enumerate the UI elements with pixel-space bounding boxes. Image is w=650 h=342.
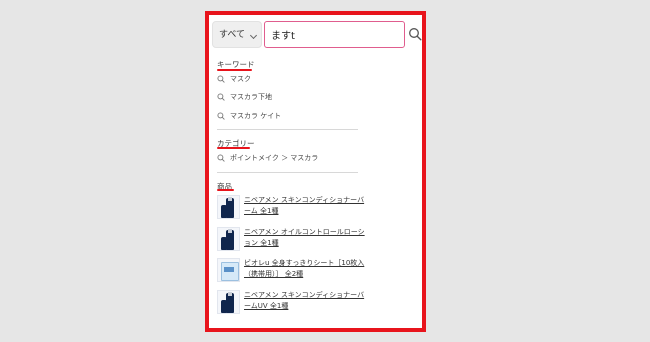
search-icon <box>217 154 225 162</box>
product-thumbnail <box>217 290 240 314</box>
search-input[interactable] <box>264 21 405 48</box>
product-thumbnail <box>217 195 240 219</box>
chevron-down-icon <box>249 31 258 40</box>
product-thumbnail <box>217 227 240 251</box>
keyword-heading-underline <box>217 69 252 71</box>
search-icon <box>217 93 225 101</box>
product-title: ニベアメン オイルコントロールローション 全1種 <box>244 228 365 247</box>
keyword-suggestion-label: マスク <box>230 75 251 83</box>
category-select[interactable]: すべて <box>212 21 262 48</box>
keyword-suggestion[interactable]: マスク <box>217 74 251 84</box>
product-suggestion[interactable]: ビオレu 全身すっきりシート［10枚入（携帯用）］ 全2種 <box>217 258 364 286</box>
category-select-label: すべて <box>219 30 246 40</box>
product-suggestion[interactable]: ニベアメン スキンコンディショナーバーム 全1種 <box>217 195 364 223</box>
search-suggestion-panel: すべて キーワード マスク マスカラ下地 マスカラ ケイト カテゴリー ポイント… <box>205 11 426 332</box>
product-suggestion[interactable]: ニベアメン オイルコントロールローション 全1種 <box>217 227 365 255</box>
section-divider <box>217 172 358 173</box>
product-title: ニベアメン スキンコンディショナーバームUV 全1種 <box>244 291 365 310</box>
category-suggestion-label: ポイントメイク ＞ マスカラ <box>230 154 319 162</box>
keyword-suggestion-label: マスカラ ケイト <box>230 112 282 120</box>
search-bar: すべて <box>212 21 422 49</box>
category-suggestion[interactable]: ポイントメイク ＞ マスカラ <box>217 153 318 163</box>
search-icon <box>217 112 225 120</box>
category-heading-underline <box>217 147 250 149</box>
keyword-suggestion[interactable]: マスカラ ケイト <box>217 111 281 121</box>
search-icon <box>217 75 225 83</box>
search-icon[interactable] <box>408 27 422 41</box>
keyword-suggestion-label: マスカラ下地 <box>230 93 272 101</box>
keyword-suggestion[interactable]: マスカラ下地 <box>217 92 272 102</box>
product-title: ニベアメン スキンコンディショナーバーム 全1種 <box>244 196 365 215</box>
product-thumbnail <box>217 258 240 282</box>
products-heading-underline <box>217 189 234 191</box>
section-divider <box>217 129 358 130</box>
product-suggestion[interactable]: ニベアメン スキンコンディショナーバームUV 全1種 <box>217 290 364 318</box>
product-title: ビオレu 全身すっきりシート［10枚入（携帯用）］ 全2種 <box>244 259 365 278</box>
